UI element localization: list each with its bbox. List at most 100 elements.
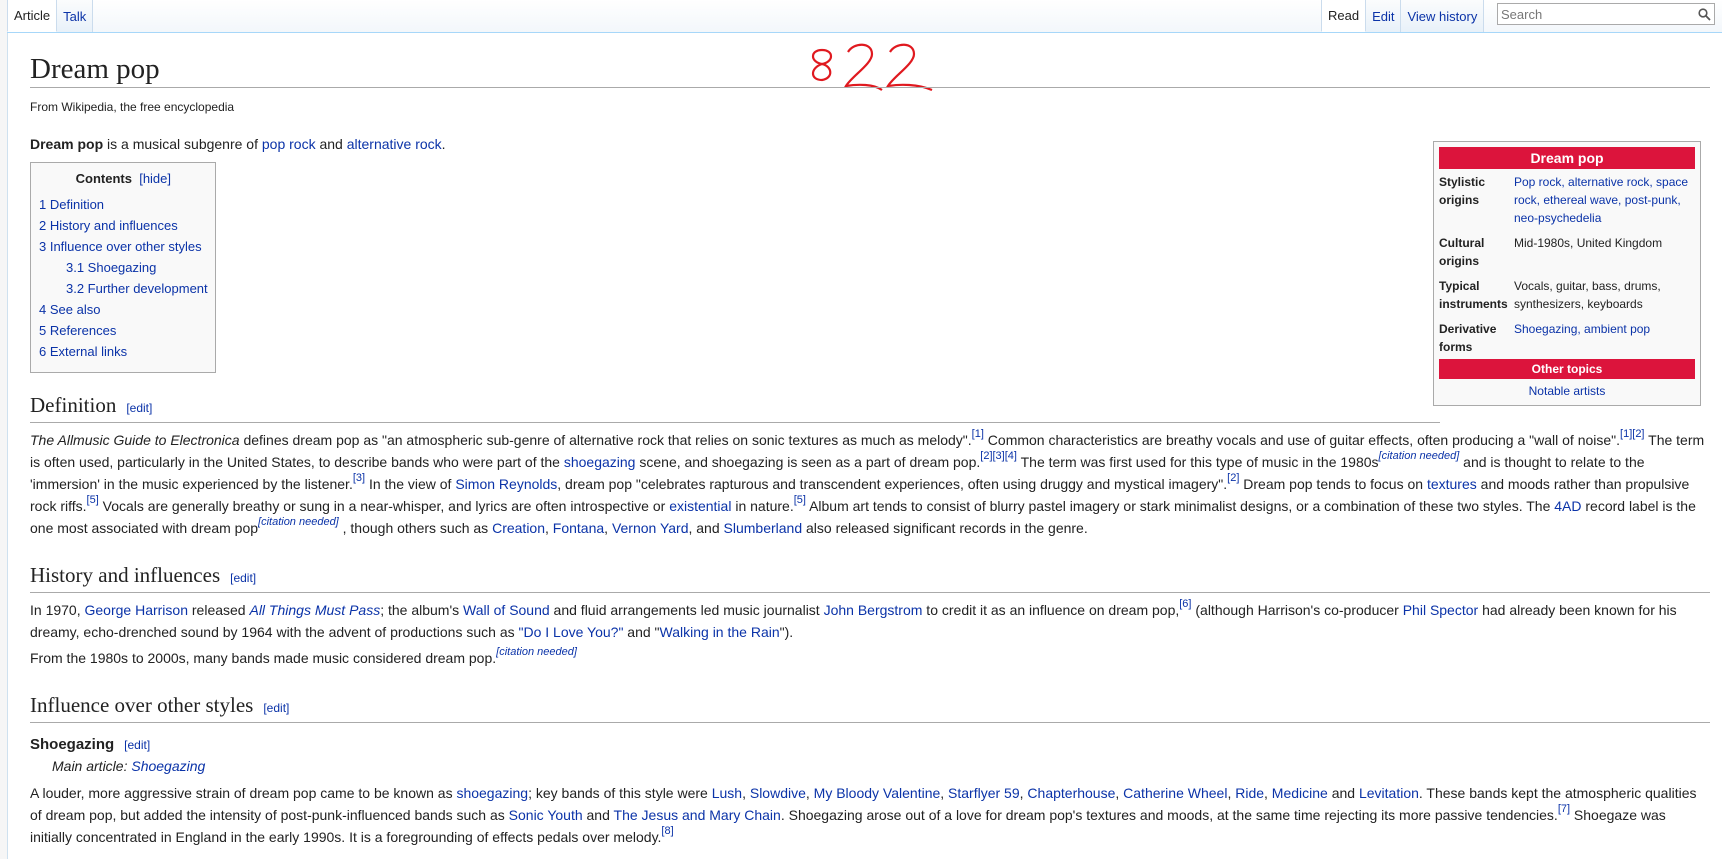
link-lush[interactable]: Lush [712, 785, 742, 801]
link-sonic-youth[interactable]: Sonic Youth [509, 807, 583, 823]
toc-hide-toggle[interactable]: [hide] [139, 171, 171, 186]
link-catherine-wheel[interactable]: Catherine Wheel [1123, 785, 1227, 801]
ref-link[interactable]: [3] [353, 472, 365, 484]
link-allmusic-guide[interactable]: The Allmusic Guide to Electronica [30, 432, 240, 448]
infobox-label: Cultural origins [1439, 236, 1485, 268]
link-existential[interactable]: existential [669, 498, 731, 514]
toc-item-further-development[interactable]: 3.2 Further development [39, 278, 208, 299]
text: , [940, 785, 949, 801]
text: and fluid arrangements led music journal… [549, 602, 824, 618]
toc-link[interactable]: 3.1 Shoegazing [66, 260, 156, 275]
ref-link[interactable]: [2] [1227, 472, 1239, 484]
toc-item-definition[interactable]: 1 Definition [39, 194, 208, 215]
definition-paragraph: The Allmusic Guide to Electronica define… [30, 429, 1710, 539]
link-slowdive[interactable]: Slowdive [750, 785, 806, 801]
link-starflyer-59[interactable]: Starflyer 59 [948, 785, 1020, 801]
text: and [1327, 785, 1359, 801]
toc-item-see-also[interactable]: 4 See also [39, 299, 208, 320]
link-levitation[interactable]: Levitation [1359, 785, 1419, 801]
text: and [582, 807, 614, 823]
infobox-value: Mid-1980s, United Kingdom [1514, 236, 1663, 250]
toc-item-references[interactable]: 5 References [39, 320, 208, 341]
search-box [1497, 3, 1715, 25]
link-walking-in-the-rain[interactable]: Walking in the Rain [660, 624, 780, 640]
text: and " [623, 624, 660, 640]
link-slumberland[interactable]: Slumberland [724, 520, 803, 536]
top-tab-bar: Article Talk Read Edit View history [7, 0, 1722, 33]
toc-item-influence[interactable]: 3 Influence over other styles [39, 236, 208, 257]
ref-link[interactable]: [2][3][4] [980, 450, 1017, 462]
link-jesus-and-mary-chain[interactable]: The Jesus and Mary Chain [614, 807, 781, 823]
search-button[interactable] [1694, 4, 1714, 24]
ref-link[interactable]: [6] [1179, 598, 1191, 610]
lead-text: . [441, 136, 446, 152]
citation-needed-link[interactable]: [citation needed] [258, 516, 339, 528]
link-alternative-rock[interactable]: alternative rock [347, 136, 442, 152]
link-simon-reynolds[interactable]: Simon Reynolds [455, 476, 557, 492]
toc-link[interactable]: 6 External links [39, 344, 127, 359]
section-heading-history: History and influences [edit] [30, 561, 1710, 593]
toc-link[interactable]: 2 History and influences [39, 218, 178, 233]
heading-text: Definition [30, 393, 117, 417]
ref-link[interactable]: [5] [87, 494, 99, 506]
text: From the 1980s to 2000s, many bands made… [30, 650, 497, 666]
toc-title: Contents [hide] [39, 171, 208, 186]
link-notable-artists[interactable]: Notable artists [1529, 384, 1606, 398]
infobox-label: Derivative forms [1439, 322, 1497, 354]
toc-link[interactable]: 3 Influence over other styles [39, 239, 202, 254]
edit-section-link[interactable]: [edit] [263, 701, 289, 715]
edit-section-link[interactable]: [edit] [126, 401, 152, 415]
search-input[interactable] [1498, 5, 1694, 23]
ref-link[interactable]: [1] [972, 428, 984, 440]
link-george-harrison[interactable]: George Harrison [85, 602, 189, 618]
link-vernon-yard[interactable]: Vernon Yard [612, 520, 689, 536]
section-heading-influence: Influence over other styles [edit] [30, 691, 1710, 723]
toc-link[interactable]: 1 Definition [39, 197, 104, 212]
text: ; the album's [380, 602, 464, 618]
link-john-bergstrom[interactable]: John Bergstrom [824, 602, 923, 618]
link-medicine[interactable]: Medicine [1272, 785, 1328, 801]
toc-item-external-links[interactable]: 6 External links [39, 341, 208, 362]
link-phil-spector[interactable]: Phil Spector [1403, 602, 1478, 618]
text: , [805, 785, 814, 801]
link-main-article-shoegazing[interactable]: Shoegazing [131, 758, 205, 774]
infobox-value[interactable]: Shoegazing, ambient pop [1514, 320, 1695, 356]
link-creation[interactable]: Creation [492, 520, 545, 536]
toc-link[interactable]: 3.2 Further development [66, 281, 208, 296]
link-shoegazing[interactable]: shoegazing [456, 785, 528, 801]
tab-talk[interactable]: Talk [57, 0, 94, 32]
edit-section-link[interactable]: [edit] [230, 571, 256, 585]
toc-link[interactable]: 5 References [39, 323, 116, 338]
link-fontana[interactable]: Fontana [553, 520, 604, 536]
ref-link[interactable]: [8] [661, 825, 673, 837]
link-chapterhouse[interactable]: Chapterhouse [1027, 785, 1115, 801]
link-4ad[interactable]: 4AD [1554, 498, 1581, 514]
tab-read[interactable]: Read [1321, 0, 1367, 32]
toc-item-shoegazing[interactable]: 3.1 Shoegazing [39, 257, 208, 278]
link-shoegazing[interactable]: shoegazing [564, 454, 636, 470]
ref-link[interactable]: [1][2] [1620, 428, 1644, 440]
link-do-i-love-you[interactable]: "Do I Love You?" [519, 624, 624, 640]
ref-link[interactable]: [7] [1558, 803, 1570, 815]
history-paragraph-1: In 1970, George Harrison released All Th… [30, 599, 1710, 643]
link-my-bloody-valentine[interactable]: My Bloody Valentine [814, 785, 941, 801]
link-ride[interactable]: Ride [1235, 785, 1264, 801]
ref-link[interactable]: [5] [794, 494, 806, 506]
citation-needed-link[interactable]: [citation needed] [1379, 450, 1460, 462]
link-wall-of-sound[interactable]: Wall of Sound [463, 602, 550, 618]
table-of-contents: Contents [hide] 1 Definition 2 History a… [30, 162, 216, 373]
link-textures[interactable]: textures [1427, 476, 1477, 492]
tab-view-history[interactable]: View history [1401, 0, 1485, 32]
link-all-things-must-pass[interactable]: All Things Must Pass [249, 602, 380, 618]
tab-edit[interactable]: Edit [1366, 0, 1402, 32]
text: in nature. [731, 498, 794, 514]
edit-section-link[interactable]: [edit] [124, 738, 150, 752]
left-sidebar [0, 0, 8, 859]
text: , [1115, 785, 1124, 801]
link-pop-rock[interactable]: pop rock [262, 136, 316, 152]
citation-needed-link[interactable]: [citation needed] [496, 646, 577, 658]
tab-article[interactable]: Article [7, 0, 58, 32]
toc-link[interactable]: 4 See also [39, 302, 100, 317]
infobox-value[interactable]: Pop rock, alternative rock, space rock, … [1514, 173, 1695, 227]
toc-item-history[interactable]: 2 History and influences [39, 215, 208, 236]
